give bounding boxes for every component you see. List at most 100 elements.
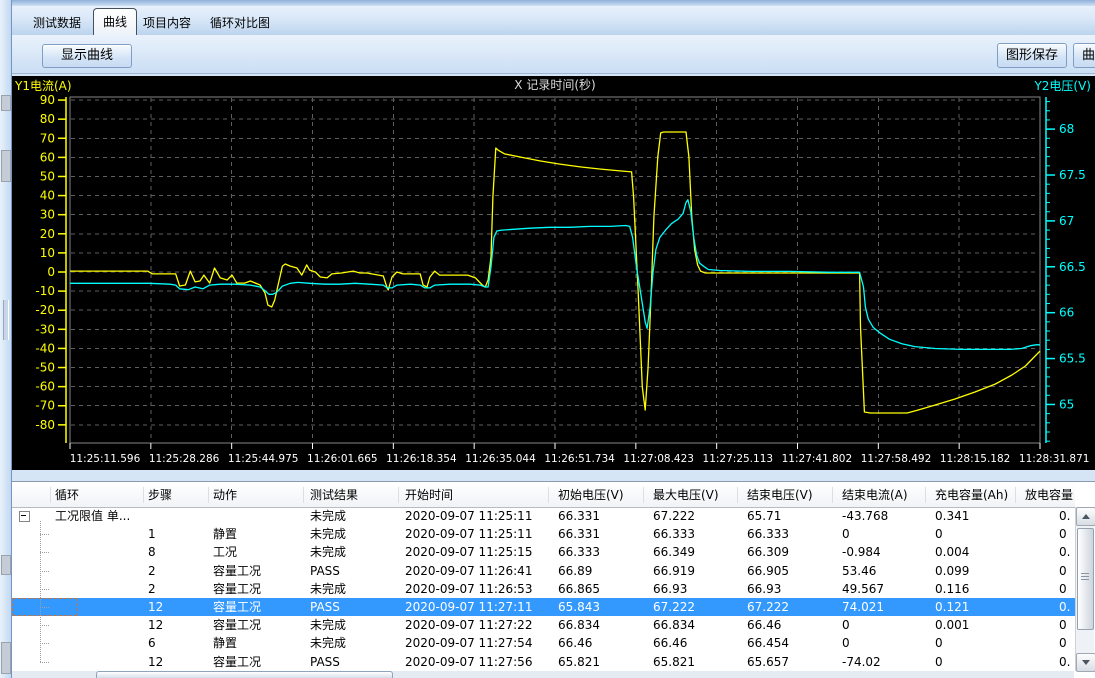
column-header-8[interactable]: 结束电压(V) — [747, 483, 837, 507]
cell-2: 12 — [148, 598, 163, 616]
y2-tick-label: 67.5 — [1059, 168, 1086, 182]
cell-5: 2020-09-07 11:26:41 — [405, 562, 532, 580]
cell-4: PASS — [310, 598, 340, 616]
scroll-down-button[interactable] — [1076, 653, 1095, 672]
clipped-left-panel — [0, 0, 12, 678]
tab-curve[interactable]: 曲线 — [93, 8, 137, 35]
x-tick-label: 11:26:51.734 — [544, 453, 615, 465]
y1-tick-label: 30 — [40, 208, 55, 222]
tree-connector-stub — [40, 534, 49, 536]
tab-project-content[interactable]: 项目内容 — [135, 12, 199, 35]
curve-chart[interactable]: -80-70-60-50-40-30-20-100102030405060708… — [11, 76, 1095, 470]
header-separator — [643, 487, 644, 503]
y1-tick-label: 20 — [40, 227, 55, 241]
cell-11: 0. — [1059, 653, 1070, 671]
column-header-1[interactable]: 循环 — [55, 483, 145, 507]
column-header-6[interactable]: 初始电压(V) — [558, 483, 648, 507]
cell-8: 66.905 — [747, 562, 789, 580]
clipped-curve-button[interactable]: 曲 — [1073, 43, 1095, 68]
show-curve-button[interactable]: 显示曲线 — [42, 44, 132, 68]
column-header-5[interactable]: 开始时间 — [405, 483, 495, 507]
table-row[interactable]: 1静置未完成2020-09-07 11:25:1166.33166.33366.… — [11, 525, 1075, 543]
cell-11: 0 — [1059, 525, 1067, 543]
cell-10: 0 — [935, 525, 943, 543]
y2-tick-label: 68 — [1059, 122, 1074, 136]
cell-1: 工况限值 单... — [55, 507, 130, 525]
table-row[interactable]: 12容量工况未完成2020-09-07 11:27:2266.83466.834… — [11, 616, 1075, 634]
vertical-scrollbar[interactable] — [1075, 507, 1094, 671]
cell-8: 65.657 — [747, 653, 789, 671]
column-header-10[interactable]: 充电容量(Ah) — [935, 483, 1025, 507]
tree-connector-stub — [40, 571, 49, 573]
cell-4: PASS — [310, 562, 340, 580]
horizontal-scrollbar-thumb[interactable] — [96, 671, 393, 678]
table-row[interactable]: 2容量工况未完成2020-09-07 11:26:5366.86566.9366… — [11, 580, 1075, 598]
cell-2: 1 — [148, 525, 156, 543]
cell-4: PASS — [310, 653, 340, 671]
cell-10: 0 — [935, 653, 943, 671]
cell-11: 0 — [1059, 616, 1067, 634]
header-separator — [925, 487, 926, 503]
header-separator — [737, 487, 738, 503]
tree-connector-stub — [40, 625, 49, 627]
horizontal-scrollbar[interactable] — [12, 671, 1074, 678]
tree-connector-stub — [40, 589, 49, 591]
y1-axis-title: Y1电流(A) — [14, 79, 72, 93]
table-row[interactable]: 2容量工况PASS2020-09-07 11:26:4166.8966.9196… — [11, 562, 1075, 580]
tree-connector-stub — [40, 662, 49, 664]
x-axis-title: X 记录时间(秒) — [514, 78, 595, 92]
cell-4: 未完成 — [310, 507, 346, 525]
cell-5: 2020-09-07 11:27:54 — [405, 634, 532, 652]
cell-9: 74.021 — [842, 598, 884, 616]
tree-collapse-icon[interactable] — [19, 511, 30, 522]
y1-tick-label: -10 — [35, 284, 55, 298]
column-header-4[interactable]: 测试结果 — [310, 483, 400, 507]
column-header-3[interactable]: 动作 — [213, 483, 303, 507]
cell-4: 未完成 — [310, 580, 346, 598]
cell-8: 66.309 — [747, 543, 789, 561]
splitter-grip[interactable] — [3, 300, 9, 340]
scroll-up-button[interactable] — [1076, 507, 1095, 526]
table-row[interactable]: 6静置未完成2020-09-07 11:27:5466.4666.4666.45… — [11, 634, 1075, 652]
save-graphic-button[interactable]: 图形保存 — [997, 43, 1067, 68]
x-tick-label: 11:26:35.044 — [465, 453, 536, 465]
tree-connector-line — [40, 521, 42, 662]
y1-tick-label: 70 — [40, 131, 55, 145]
cell-5: 2020-09-07 11:25:11 — [405, 507, 532, 525]
cell-11: 0. — [1059, 598, 1070, 616]
y1-tick-label: -80 — [35, 418, 55, 432]
y1-tick-label: -60 — [35, 380, 55, 394]
cell-7: 66.834 — [653, 616, 695, 634]
table-row[interactable]: 12容量工况PASS2020-09-07 11:27:5665.82165.82… — [11, 653, 1075, 671]
tab-bar: 测试数据 曲线 项目内容 循环对比图 — [11, 0, 1095, 36]
cell-7: 66.46 — [653, 634, 687, 652]
cell-8: 67.222 — [747, 598, 789, 616]
cell-10: 0 — [935, 634, 943, 652]
cell-6: 66.865 — [558, 580, 600, 598]
cell-7: 67.222 — [653, 507, 695, 525]
toolbar: 显示曲线 图形保存 曲 — [11, 35, 1095, 74]
x-tick-label: 11:27:41.802 — [782, 453, 853, 465]
cell-5: 2020-09-07 11:27:11 — [405, 598, 532, 616]
y1-tick-label: 10 — [40, 246, 55, 260]
curve-chart-panel[interactable]: -80-70-60-50-40-30-20-100102030405060708… — [11, 76, 1095, 470]
cell-7: 66.919 — [653, 562, 695, 580]
cell-11: 0. — [1059, 543, 1070, 561]
table-row[interactable]: 工况限值 单...未完成2020-09-07 11:25:1166.33167.… — [11, 507, 1075, 525]
cell-6: 65.821 — [558, 653, 600, 671]
y1-tick-label: 90 — [40, 93, 55, 107]
cell-5: 2020-09-07 11:26:53 — [405, 580, 532, 598]
table-row[interactable]: 12容量工况PASS2020-09-07 11:27:1165.84367.22… — [11, 598, 1075, 616]
table-row[interactable]: 8工况未完成2020-09-07 11:25:1566.33366.34966.… — [11, 543, 1075, 561]
cell-2: 2 — [148, 580, 156, 598]
y1-tick-label: -50 — [35, 361, 55, 375]
tab-cycle-comparison[interactable]: 循环对比图 — [203, 12, 277, 35]
column-header-9[interactable]: 结束电流(A) — [842, 483, 932, 507]
x-tick-label: 11:27:58.492 — [861, 453, 932, 465]
column-header-11[interactable]: 放电容量(Ah) — [1025, 483, 1073, 507]
column-header-7[interactable]: 最大电压(V) — [653, 483, 743, 507]
cell-3: 容量工况 — [213, 598, 261, 616]
vertical-scrollbar-thumb[interactable] — [1077, 528, 1094, 630]
tab-test-data[interactable]: 测试数据 — [25, 12, 89, 35]
cell-7: 66.349 — [653, 543, 695, 561]
